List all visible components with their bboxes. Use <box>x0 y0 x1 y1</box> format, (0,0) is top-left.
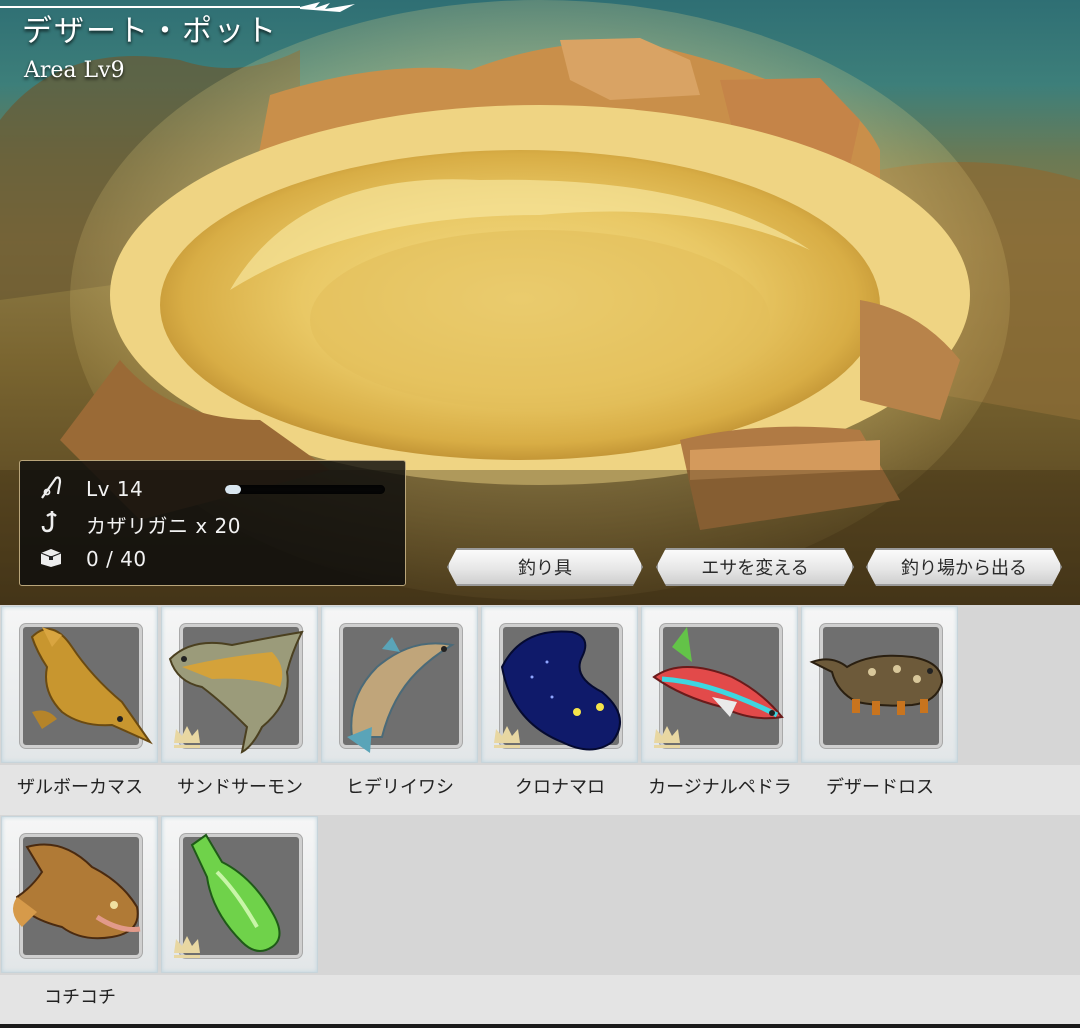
crown-icon <box>174 726 200 748</box>
item-tile <box>1 606 158 763</box>
catch-item[interactable]: サンドサーモン <box>160 605 320 815</box>
catch-name: ザルボーカマス <box>17 777 143 798</box>
item-tile <box>161 816 318 973</box>
fishing-level-row: Lv 14 <box>20 474 405 504</box>
crown-icon <box>494 726 520 748</box>
catch-name: デザードロス <box>826 777 934 798</box>
title-divider <box>0 2 355 12</box>
spotted-lizard-creature-icon <box>809 654 944 715</box>
catch-name: サンドサーモン <box>177 777 303 798</box>
item-tile <box>481 606 638 763</box>
catch-item[interactable]: ザルボーカマス <box>0 605 160 815</box>
exp-bar <box>225 485 385 494</box>
catch-list: ザルボーカマス サンドサーモン ヒデリイワシ クロナマロ カージナルペドラ デザ… <box>0 605 1080 1028</box>
golden-pike-fish-icon <box>30 627 153 745</box>
catch-item[interactable]: クロナマロ <box>480 605 640 815</box>
leave-spot-button[interactable]: 釣り場から出る <box>866 548 1062 586</box>
bait-count: カザリガニ x 20 <box>86 513 241 538</box>
fishing-rod-icon <box>41 476 62 499</box>
catch-item[interactable]: コチコチ <box>0 815 160 1025</box>
change-bait-button[interactable]: エサを変える <box>656 548 854 586</box>
catch-item[interactable]: カージナルペドラ <box>640 605 800 815</box>
item-tile <box>321 606 478 763</box>
status-panel: Lv 14 カザリガニ x 20 0 / 40 <box>19 460 406 586</box>
catch-item[interactable] <box>160 815 320 1025</box>
tackle-button[interactable]: 釣り具 <box>447 548 643 586</box>
exp-bar-fill <box>225 485 241 494</box>
area-level: Area Lv9 <box>24 58 125 83</box>
catch-item[interactable]: デザードロス <box>800 605 960 815</box>
catch-name: カージナルペドラ <box>648 777 792 798</box>
catch-row-1: ザルボーカマス サンドサーモン ヒデリイワシ クロナマロ カージナルペドラ デザ… <box>0 605 1080 815</box>
treasure-chest-icon <box>40 549 62 567</box>
crown-icon <box>174 936 200 958</box>
bait-row: カザリガニ x 20 <box>20 509 405 539</box>
item-tile <box>801 606 958 763</box>
flathead-fish-icon <box>13 843 141 940</box>
catch-item[interactable]: ヒデリイワシ <box>320 605 480 815</box>
crown-icon <box>654 726 680 748</box>
fishing-level: Lv 14 <box>86 477 144 501</box>
capacity-row: 0 / 40 <box>20 544 405 574</box>
item-tile <box>641 606 798 763</box>
item-tile <box>161 606 318 763</box>
hook-icon <box>41 511 57 533</box>
catch-name: コチコチ <box>44 987 116 1008</box>
catch-name: ヒデリイワシ <box>346 777 454 798</box>
sardine-fish-icon <box>347 637 455 753</box>
item-tile <box>1 816 158 973</box>
catch-name: クロナマロ <box>515 777 605 798</box>
fishing-scene: デザート・ポット Area Lv9 Lv 14 カザリガニ x 20 0 / 4… <box>0 0 1080 605</box>
capacity-count: 0 / 40 <box>86 547 147 571</box>
catch-row-2: コチコチ <box>0 815 1080 1028</box>
